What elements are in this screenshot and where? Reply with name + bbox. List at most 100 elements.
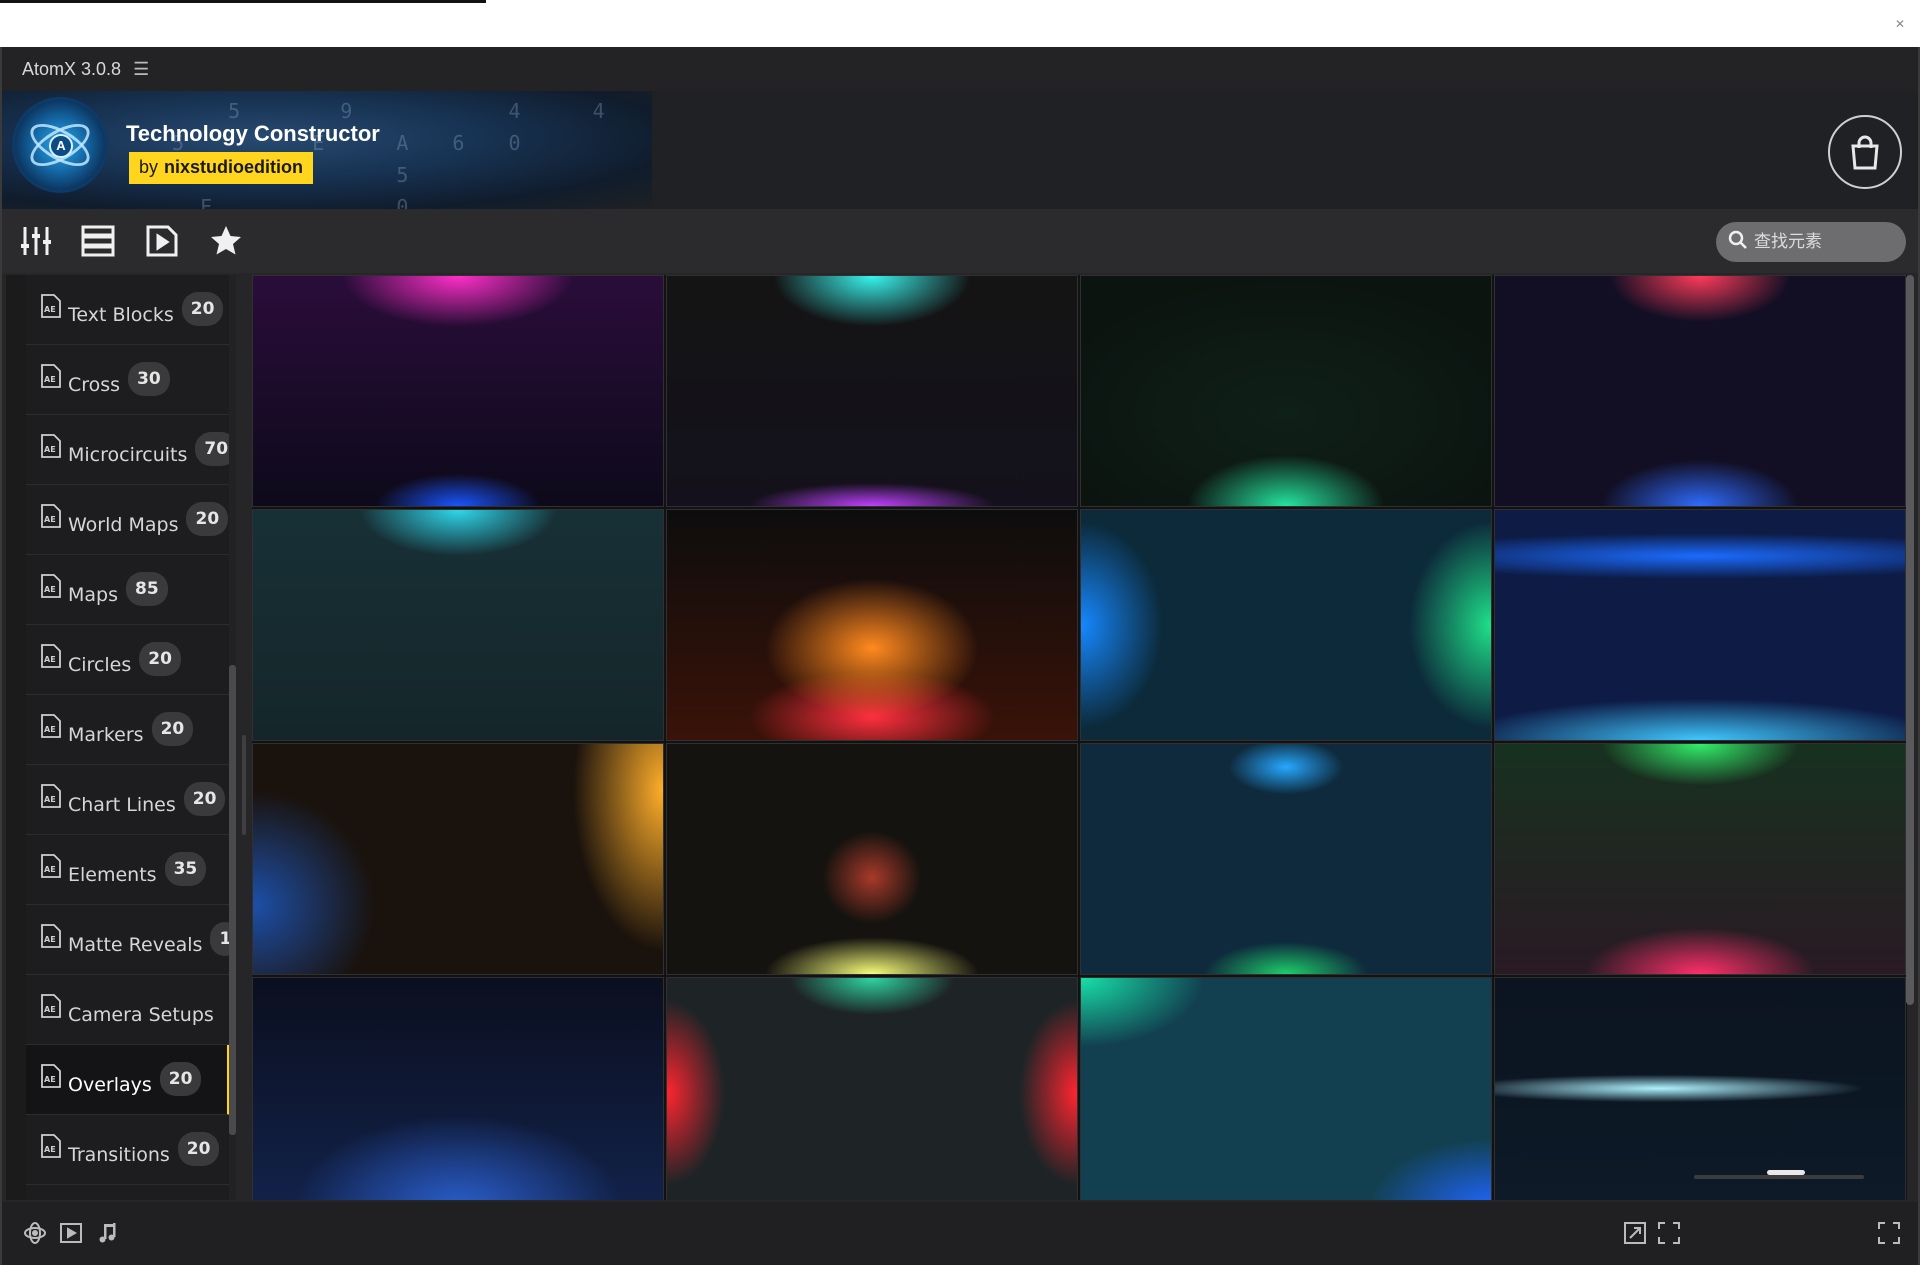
thumbnail-overlay-teal-wash[interactable] bbox=[1080, 977, 1492, 1200]
count-badge: 20 bbox=[183, 781, 226, 816]
thumbnail-overlay-orange-center[interactable] bbox=[666, 509, 1078, 741]
thumbnail-overlay-red-top-blue-bottom[interactable] bbox=[1494, 275, 1906, 507]
sidebar-item-label: World Maps bbox=[68, 513, 179, 536]
fit-icon[interactable] bbox=[1622, 1220, 1648, 1246]
os-top-strip: ✕ bbox=[0, 0, 1920, 47]
ae-project-icon: AE bbox=[40, 713, 62, 739]
thumbnail-overlay-amber-right[interactable] bbox=[252, 743, 664, 975]
sidebar-scrollbar[interactable] bbox=[229, 665, 236, 1135]
ae-project-icon: AE bbox=[40, 783, 62, 809]
sidebar-item-label: Markers bbox=[68, 723, 144, 746]
ae-project-icon: AE bbox=[40, 433, 62, 459]
author-prefix: by bbox=[139, 157, 159, 177]
thumbnail-overlay-light-streak[interactable] bbox=[1494, 977, 1906, 1200]
thumbnail-overlay-blue-green-center[interactable] bbox=[1080, 743, 1492, 975]
ae-project-icon: AE bbox=[40, 993, 62, 1019]
ae-project-icon: AE bbox=[40, 293, 62, 319]
count-badge: 20 bbox=[159, 1061, 202, 1096]
thumbnail-overlay-red-sides[interactable] bbox=[666, 977, 1078, 1200]
zoom-slider-handle[interactable] bbox=[1766, 1170, 1805, 1175]
app-window: AtomX 3.0.8 ☰ 5 9 4 4 5 E A 6 0 0 5 F 0 … bbox=[0, 47, 1920, 1265]
svg-text:AE: AE bbox=[44, 1145, 56, 1154]
thumbnail-overlay-blue-lines[interactable] bbox=[1494, 509, 1906, 741]
close-icon[interactable]: ✕ bbox=[1890, 14, 1910, 34]
expand-icon[interactable] bbox=[1876, 1220, 1902, 1246]
thumbnail-overlay-yellow-bottom[interactable] bbox=[666, 743, 1078, 975]
sidebar-item-label: Camera Setups bbox=[68, 1003, 214, 1026]
sidebar-item[interactable]: AE Matte Reveals 1 bbox=[26, 905, 230, 975]
count-badge: 20 bbox=[177, 1131, 220, 1166]
sidebar-item[interactable]: AE Circles 20 bbox=[26, 625, 230, 695]
app-title: AtomX 3.0.8 bbox=[22, 58, 122, 79]
zoom-slider[interactable] bbox=[1694, 1175, 1864, 1179]
sidebar-item[interactable]: AE Elements 35 bbox=[26, 835, 230, 905]
count-badge: 30 bbox=[128, 361, 170, 396]
preset-grid bbox=[252, 275, 1907, 1200]
svg-text:AE: AE bbox=[44, 795, 56, 804]
thumbnail-overlay-dark-blue[interactable] bbox=[252, 977, 664, 1200]
svg-text:AE: AE bbox=[44, 445, 56, 454]
sidebar-item[interactable]: AE Microcircuits 70 bbox=[26, 415, 230, 485]
author-badge[interactable]: by nixstudioedition bbox=[129, 152, 314, 184]
star-icon[interactable] bbox=[206, 221, 246, 261]
title-bar: AtomX 3.0.8 ☰ bbox=[2, 47, 1918, 91]
ae-project-icon: AE bbox=[40, 1133, 62, 1159]
panel-resize-handle[interactable] bbox=[242, 735, 246, 835]
author-name: nixstudioedition bbox=[164, 157, 304, 177]
count-badge: 20 bbox=[186, 501, 229, 536]
fullscreen-icon[interactable] bbox=[1656, 1220, 1682, 1246]
svg-text:AE: AE bbox=[44, 935, 56, 944]
search-box[interactable] bbox=[1716, 222, 1906, 262]
pack-banner: 5 9 4 4 5 E A 6 0 0 5 F 0 A Technology C… bbox=[2, 91, 1918, 209]
sidebar-item[interactable]: AE Markers 20 bbox=[26, 695, 230, 765]
sidebar-item[interactable]: AE Maps 85 bbox=[26, 555, 230, 625]
media-file-icon[interactable] bbox=[142, 221, 182, 261]
count-badge: 20 bbox=[139, 641, 181, 676]
svg-text:AE: AE bbox=[44, 305, 56, 314]
atom-logo-icon: A bbox=[12, 97, 108, 193]
count-badge: 85 bbox=[126, 571, 168, 606]
footer-bar bbox=[2, 1202, 1918, 1265]
ae-project-icon: AE bbox=[40, 503, 62, 529]
thumbnail-overlay-cyan-top[interactable] bbox=[666, 275, 1078, 507]
sidebar-item[interactable]: AE Camera Setups bbox=[26, 975, 230, 1045]
sidebar-item[interactable]: AE Overlays 20 bbox=[26, 1045, 230, 1115]
toolbar bbox=[2, 209, 1918, 273]
view-3d-icon[interactable] bbox=[22, 1220, 48, 1246]
ae-project-icon: AE bbox=[40, 573, 62, 599]
thumbnail-overlay-teal-top[interactable] bbox=[252, 509, 664, 741]
svg-text:AE: AE bbox=[44, 1075, 56, 1084]
svg-text:AE: AE bbox=[44, 375, 56, 384]
search-input[interactable] bbox=[1754, 232, 1894, 252]
ae-project-icon: AE bbox=[40, 363, 62, 389]
sidebar-item[interactable]: AE Text Blocks 20 bbox=[26, 275, 230, 345]
music-icon[interactable] bbox=[94, 1220, 120, 1246]
list-view-icon[interactable] bbox=[78, 221, 118, 261]
ae-project-icon: AE bbox=[40, 923, 62, 949]
thumbnail-overlay-blue-green-sides[interactable] bbox=[1080, 509, 1492, 741]
sidebar-item[interactable]: AE Chart Lines 20 bbox=[26, 765, 230, 835]
sidebar-item-label: Transitions bbox=[68, 1143, 170, 1166]
sidebar-item-label: Matte Reveals bbox=[68, 933, 203, 956]
shopping-bag-icon[interactable] bbox=[1828, 115, 1902, 189]
grid-scrollbar[interactable] bbox=[1906, 275, 1914, 1005]
svg-text:AE: AE bbox=[44, 865, 56, 874]
ae-project-icon: AE bbox=[40, 1063, 62, 1089]
sidebar-item[interactable]: AE Transitions 20 bbox=[26, 1115, 230, 1185]
hamburger-icon[interactable]: ☰ bbox=[133, 59, 149, 80]
thumbnail-overlay-green-red[interactable] bbox=[1494, 743, 1906, 975]
sidebar-item-label: Elements bbox=[68, 863, 157, 886]
sidebar-item[interactable]: AE World Maps 20 bbox=[26, 485, 230, 555]
thumbnail-overlay-magenta-top[interactable] bbox=[252, 275, 664, 507]
sidebar-item-label: Chart Lines bbox=[68, 793, 176, 816]
thumbnail-overlay-green-bottom[interactable] bbox=[1080, 275, 1492, 507]
svg-text:AE: AE bbox=[44, 725, 56, 734]
sidebar-item-label: Overlays bbox=[68, 1073, 152, 1096]
sidebar-item[interactable]: AE Cross 30 bbox=[26, 345, 230, 415]
sidebar-item-label: Maps bbox=[68, 583, 118, 606]
ae-project-icon: AE bbox=[40, 643, 62, 669]
count-badge: 1 bbox=[210, 921, 230, 956]
mixer-icon[interactable] bbox=[16, 221, 56, 261]
svg-text:AE: AE bbox=[44, 655, 56, 664]
video-icon[interactable] bbox=[58, 1220, 84, 1246]
